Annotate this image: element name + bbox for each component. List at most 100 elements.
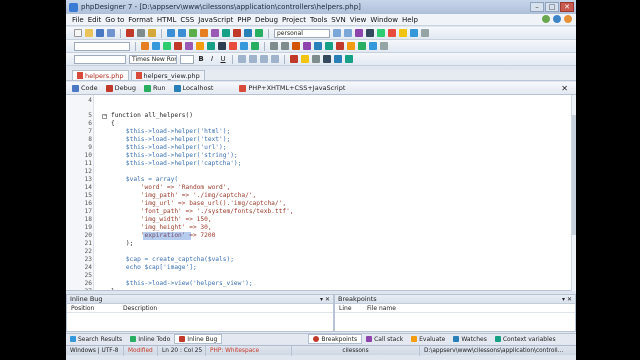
panel-close-icon[interactable]: ▾ ✕: [320, 295, 330, 304]
menu-tools[interactable]: Tools: [310, 16, 327, 24]
new-file-icon[interactable]: [74, 29, 82, 37]
break-icon[interactable]: [323, 55, 331, 63]
tab-breakpoints[interactable]: Breakpoints: [308, 334, 363, 344]
font-color-icon[interactable]: [290, 55, 298, 63]
run-icon[interactable]: [255, 29, 263, 37]
paragraph-icon[interactable]: [312, 55, 320, 63]
list-icon[interactable]: [207, 42, 215, 50]
outdent-icon[interactable]: [281, 42, 289, 50]
tab-helpers-view-php[interactable]: helpers_view.php: [130, 70, 205, 80]
menu-debug[interactable]: Debug: [255, 16, 278, 24]
help-icon[interactable]: [553, 15, 561, 23]
color-icon[interactable]: [229, 42, 237, 50]
panel-close-icon[interactable]: ▾ ✕: [562, 295, 572, 304]
menu-css[interactable]: CSS: [180, 16, 194, 24]
localhost-button[interactable]: Localhost: [173, 84, 213, 92]
font-size-select[interactable]: [180, 54, 194, 64]
ftp-icon[interactable]: [366, 29, 374, 37]
php-array-icon[interactable]: [358, 42, 366, 50]
form-icon[interactable]: [174, 42, 182, 50]
run-button[interactable]: Run: [144, 84, 166, 92]
anchor-icon[interactable]: [196, 42, 204, 50]
bookmark-icon[interactable]: [211, 29, 219, 37]
menu-php[interactable]: PHP: [237, 16, 251, 24]
menu-goto[interactable]: Go to: [105, 16, 124, 24]
globe-icon[interactable]: [542, 15, 550, 23]
css-icon[interactable]: [240, 42, 248, 50]
info-icon[interactable]: [410, 29, 418, 37]
highlight-icon[interactable]: [301, 55, 309, 63]
profile-settings-icon[interactable]: [333, 29, 341, 37]
syntax-selector[interactable]: PHP+XHTML+CSS+JavaScript: [239, 84, 345, 92]
column-header[interactable]: File name: [363, 304, 396, 312]
column-header[interactable]: Description: [119, 304, 157, 312]
indent-icon[interactable]: [270, 42, 278, 50]
browser-icon[interactable]: [244, 29, 252, 37]
open-folder-icon[interactable]: [85, 29, 93, 37]
find-icon[interactable]: [189, 29, 197, 37]
close-document-icon[interactable]: ✕: [561, 84, 568, 93]
status-project[interactable]: cilessons: [292, 345, 420, 356]
profile-select[interactable]: personal: [274, 28, 330, 38]
minimize-button[interactable]: –: [530, 2, 544, 12]
copy-icon[interactable]: [137, 29, 145, 37]
php-if-icon[interactable]: [336, 42, 344, 50]
doctype-select[interactable]: [74, 41, 130, 51]
code-button[interactable]: Code: [72, 84, 98, 92]
tab-inline-bug[interactable]: Inline Bug: [174, 334, 223, 344]
php-function-icon[interactable]: [314, 42, 322, 50]
goto-line-icon[interactable]: [222, 29, 230, 37]
menu-file[interactable]: File: [72, 16, 84, 24]
php-tag-icon[interactable]: [292, 42, 300, 50]
column-header[interactable]: Line: [335, 304, 363, 312]
profile-manage-icon[interactable]: [344, 29, 352, 37]
php-loop-icon[interactable]: [347, 42, 355, 50]
hr-icon[interactable]: [334, 55, 342, 63]
align-left-icon[interactable]: [238, 55, 246, 63]
tab-context-variables[interactable]: Context variables: [491, 334, 560, 344]
status-encoding[interactable]: Windows | UTF-8: [66, 345, 124, 356]
favorite-icon[interactable]: [399, 29, 407, 37]
svn-icon[interactable]: [355, 29, 363, 37]
php-echo-icon[interactable]: [303, 42, 311, 50]
close-button[interactable]: ✕: [560, 2, 574, 12]
tab-helpers-php[interactable]: helpers.php: [72, 70, 129, 80]
paste-icon[interactable]: [148, 29, 156, 37]
link-icon[interactable]: [185, 42, 193, 50]
menu-svn[interactable]: SVN: [331, 16, 345, 24]
menu-html[interactable]: HTML: [157, 16, 176, 24]
debug-button[interactable]: Debug: [105, 84, 136, 92]
align-right-icon[interactable]: [260, 55, 268, 63]
menu-javascript[interactable]: JavaScript: [198, 16, 233, 24]
php-include-icon[interactable]: [369, 42, 377, 50]
table-icon[interactable]: [152, 42, 160, 50]
menu-help[interactable]: Help: [402, 16, 418, 24]
redo-icon[interactable]: [178, 29, 186, 37]
nbsp-icon[interactable]: [345, 55, 353, 63]
image-icon[interactable]: [163, 42, 171, 50]
cut-icon[interactable]: [126, 29, 134, 37]
comment-icon[interactable]: [218, 42, 226, 50]
debug-icon[interactable]: [233, 29, 241, 37]
php-misc-icon[interactable]: [380, 42, 388, 50]
align-center-icon[interactable]: [249, 55, 257, 63]
maximize-button[interactable]: □: [545, 2, 559, 12]
font-family-select[interactable]: Times New Rom...: [129, 54, 177, 64]
save-all-icon[interactable]: [107, 29, 115, 37]
bold-icon[interactable]: B: [197, 55, 205, 63]
update-icon[interactable]: [564, 15, 572, 23]
italic-icon[interactable]: I: [208, 55, 216, 63]
tab-inline-todo[interactable]: Inline Todo: [126, 334, 174, 344]
block-format-select[interactable]: [74, 54, 126, 64]
save-icon[interactable]: [96, 29, 104, 37]
menu-project[interactable]: Project: [282, 16, 306, 24]
editor-vertical-scrollbar[interactable]: [571, 95, 576, 291]
stop-icon[interactable]: [388, 29, 396, 37]
menu-format[interactable]: Format: [128, 16, 153, 24]
tab-evaluate[interactable]: Evaluate: [407, 334, 449, 344]
php-class-icon[interactable]: [325, 42, 333, 50]
validate-icon[interactable]: [377, 29, 385, 37]
tab-watches[interactable]: Watches: [449, 334, 491, 344]
scrollbar-thumb[interactable]: [572, 115, 576, 235]
code-editor[interactable]: 4 5 6 7 8 9 10 11 12 13 14 15 16 17 18 1…: [66, 95, 571, 291]
